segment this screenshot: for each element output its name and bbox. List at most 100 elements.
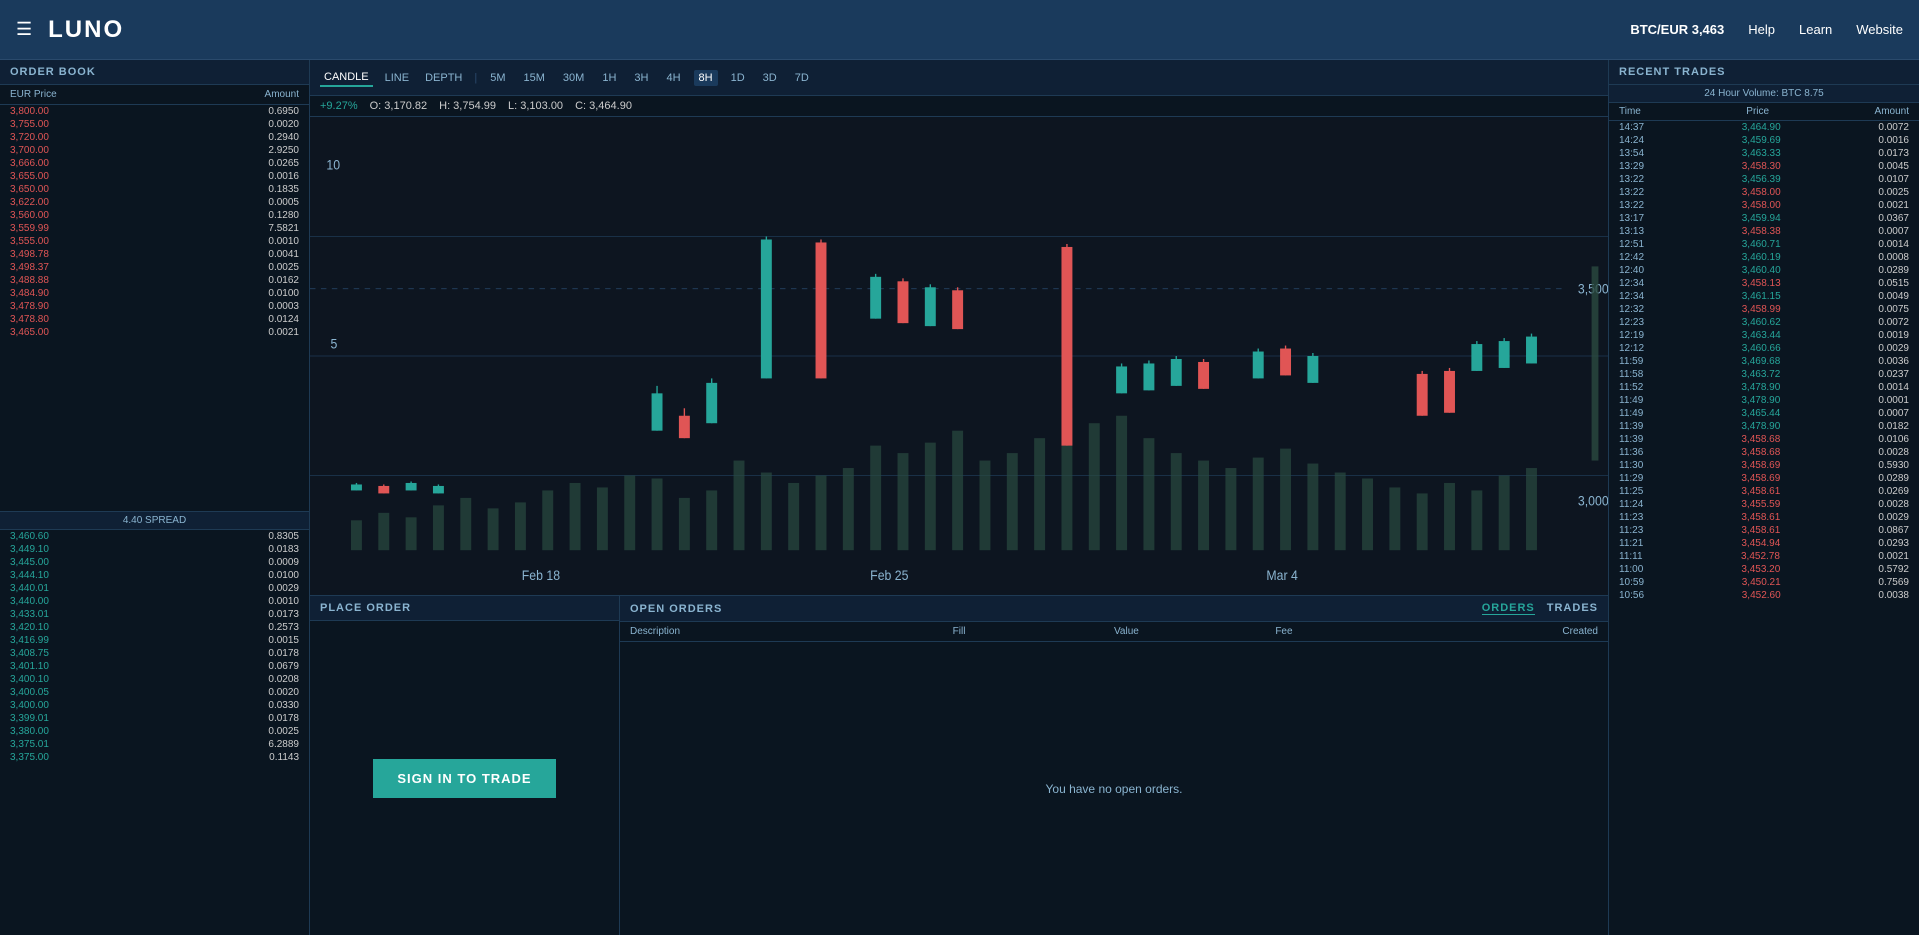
list-item: 3,555.000.0010 xyxy=(0,235,309,248)
list-item: 3,465.000.0021 xyxy=(0,326,309,339)
col-fee: Fee xyxy=(1275,626,1436,637)
list-item: 11:493,478.900.0001 xyxy=(1609,394,1919,407)
list-item: 10:563,452.600.0038 xyxy=(1609,589,1919,602)
list-item: 3,498.780.0041 xyxy=(0,248,309,261)
high-price: H: 3,754.99 xyxy=(439,100,496,112)
tab-trades[interactable]: TRADES xyxy=(1547,602,1598,615)
low-price: L: 3,103.00 xyxy=(508,100,563,112)
list-item: 12:343,461.150.0049 xyxy=(1609,290,1919,303)
order-book-column-header: EUR Price Amount xyxy=(0,85,309,105)
no-open-orders-message: You have no open orders. xyxy=(620,642,1608,935)
interval-1d[interactable]: 1D xyxy=(726,70,750,86)
chart-type-line[interactable]: LINE xyxy=(381,70,413,86)
list-item: 3,484.900.0100 xyxy=(0,287,309,300)
list-item: 3,449.100.0183 xyxy=(0,543,309,556)
list-item: 3,559.997.5821 xyxy=(0,222,309,235)
list-item: 10:593,450.210.7569 xyxy=(1609,576,1919,589)
list-item: 11:393,478.900.0182 xyxy=(1609,420,1919,433)
list-item: 3,560.000.1280 xyxy=(0,209,309,222)
list-item: 14:243,459.690.0016 xyxy=(1609,134,1919,147)
list-item: 3,488.880.0162 xyxy=(0,274,309,287)
list-item: 11:233,458.610.0029 xyxy=(1609,511,1919,524)
chart-type-depth[interactable]: DEPTH xyxy=(421,70,466,86)
list-item: 12:513,460.710.0014 xyxy=(1609,238,1919,251)
interval-5m[interactable]: 5M xyxy=(485,70,510,86)
list-item: 12:343,458.130.0515 xyxy=(1609,277,1919,290)
website-link[interactable]: Website xyxy=(1856,22,1903,37)
interval-30m[interactable]: 30M xyxy=(558,70,589,86)
tab-orders[interactable]: ORDERS xyxy=(1482,602,1535,615)
btc-price-display: BTC/EUR 3,463 xyxy=(1630,22,1724,37)
open-orders-panel: OPEN ORDERS ORDERS TRADES Description Fi… xyxy=(620,596,1608,935)
list-item: 13:543,463.330.0173 xyxy=(1609,147,1919,160)
time-col: Time xyxy=(1619,106,1641,117)
learn-link[interactable]: Learn xyxy=(1799,22,1832,37)
list-item: 3,400.050.0020 xyxy=(0,686,309,699)
list-item: 3,444.100.0100 xyxy=(0,569,309,582)
list-item: 3,401.100.0679 xyxy=(0,660,309,673)
list-item: 3,433.010.0173 xyxy=(0,608,309,621)
list-item: 12:233,460.620.0072 xyxy=(1609,316,1919,329)
list-item: 3,440.000.0010 xyxy=(0,595,309,608)
svg-text:Feb 18: Feb 18 xyxy=(522,568,560,584)
interval-3d[interactable]: 3D xyxy=(758,70,782,86)
sell-orders: 3,800.000.69503,755.000.00203,720.000.29… xyxy=(0,105,309,511)
list-item: 11:363,458.680.0028 xyxy=(1609,446,1919,459)
buy-orders: 3,460.600.83053,449.100.01833,445.000.00… xyxy=(0,530,309,935)
sign-in-to-trade-button[interactable]: SIGN IN TO TRADE xyxy=(373,759,555,798)
recent-trades-title: RECENT TRADES xyxy=(1609,60,1919,85)
amount-col-header: Amount xyxy=(265,89,299,100)
interval-15m[interactable]: 15M xyxy=(519,70,550,86)
close-price: C: 3,464.90 xyxy=(575,100,632,112)
place-order-panel: PLACE ORDER SIGN IN TO TRADE xyxy=(310,596,620,935)
price-col-header: EUR Price xyxy=(10,89,57,100)
interval-3h[interactable]: 3H xyxy=(629,70,653,86)
list-item: 12:123,460.660.0029 xyxy=(1609,342,1919,355)
list-item: 13:223,456.390.0107 xyxy=(1609,173,1919,186)
list-item: 3,416.990.0015 xyxy=(0,634,309,647)
list-item: 3,720.000.2940 xyxy=(0,131,309,144)
chart-area: 3,500 3,000 10 5 xyxy=(310,117,1608,595)
help-link[interactable]: Help xyxy=(1748,22,1775,37)
trades-list: 14:373,464.900.007214:243,459.690.001613… xyxy=(1609,121,1919,935)
list-item: 3,478.800.0124 xyxy=(0,313,309,326)
list-item: 13:223,458.000.0025 xyxy=(1609,186,1919,199)
list-item: 11:523,478.900.0014 xyxy=(1609,381,1919,394)
list-item: 13:133,458.380.0007 xyxy=(1609,225,1919,238)
list-item: 11:393,458.680.0106 xyxy=(1609,433,1919,446)
header-right: BTC/EUR 3,463 Help Learn Website xyxy=(1630,22,1903,37)
open-orders-column-header: Description Fill Value Fee Created xyxy=(620,622,1608,642)
list-item: 3,478.900.0003 xyxy=(0,300,309,313)
price-change: +9.27% xyxy=(320,100,358,112)
menu-icon[interactable]: ☰ xyxy=(16,19,32,40)
order-book-panel: ORDER BOOK EUR Price Amount 3,800.000.69… xyxy=(0,60,310,935)
list-item: 11:253,458.610.0269 xyxy=(1609,485,1919,498)
interval-8h[interactable]: 8H xyxy=(694,70,718,86)
list-item: 11:113,452.780.0021 xyxy=(1609,550,1919,563)
list-item: 12:193,463.440.0019 xyxy=(1609,329,1919,342)
price-col: Price xyxy=(1746,106,1769,117)
interval-4h[interactable]: 4H xyxy=(661,70,685,86)
col-description: Description xyxy=(630,626,953,637)
amount-col: Amount xyxy=(1875,106,1909,117)
list-item: 3,400.100.0208 xyxy=(0,673,309,686)
open-orders-title: OPEN ORDERS xyxy=(630,603,722,615)
list-item: 3,400.000.0330 xyxy=(0,699,309,712)
chart-stats: +9.27% O: 3,170.82 H: 3,754.99 L: 3,103.… xyxy=(310,96,1608,117)
interval-7d[interactable]: 7D xyxy=(790,70,814,86)
chart-type-candle[interactable]: CANDLE xyxy=(320,69,373,87)
recent-trades-panel: RECENT TRADES 24 Hour Volume: BTC 8.75 T… xyxy=(1609,60,1919,935)
list-item: 3,460.600.8305 xyxy=(0,530,309,543)
logo: LUNO xyxy=(48,16,124,44)
bottom-panel: PLACE ORDER SIGN IN TO TRADE OPEN ORDERS… xyxy=(310,595,1608,935)
svg-text:5: 5 xyxy=(330,336,337,352)
spread-indicator: 4.40 SPREAD xyxy=(0,511,309,530)
list-item: 11:213,454.940.0293 xyxy=(1609,537,1919,550)
volume-label: 24 Hour Volume: BTC 8.75 xyxy=(1609,85,1919,103)
list-item: 3,666.000.0265 xyxy=(0,157,309,170)
list-item: 3,375.000.1143 xyxy=(0,751,309,764)
list-item: 11:583,463.720.0237 xyxy=(1609,368,1919,381)
list-item: 3,700.002.9250 xyxy=(0,144,309,157)
header: ☰ LUNO BTC/EUR 3,463 Help Learn Website xyxy=(0,0,1919,60)
interval-1h[interactable]: 1H xyxy=(597,70,621,86)
